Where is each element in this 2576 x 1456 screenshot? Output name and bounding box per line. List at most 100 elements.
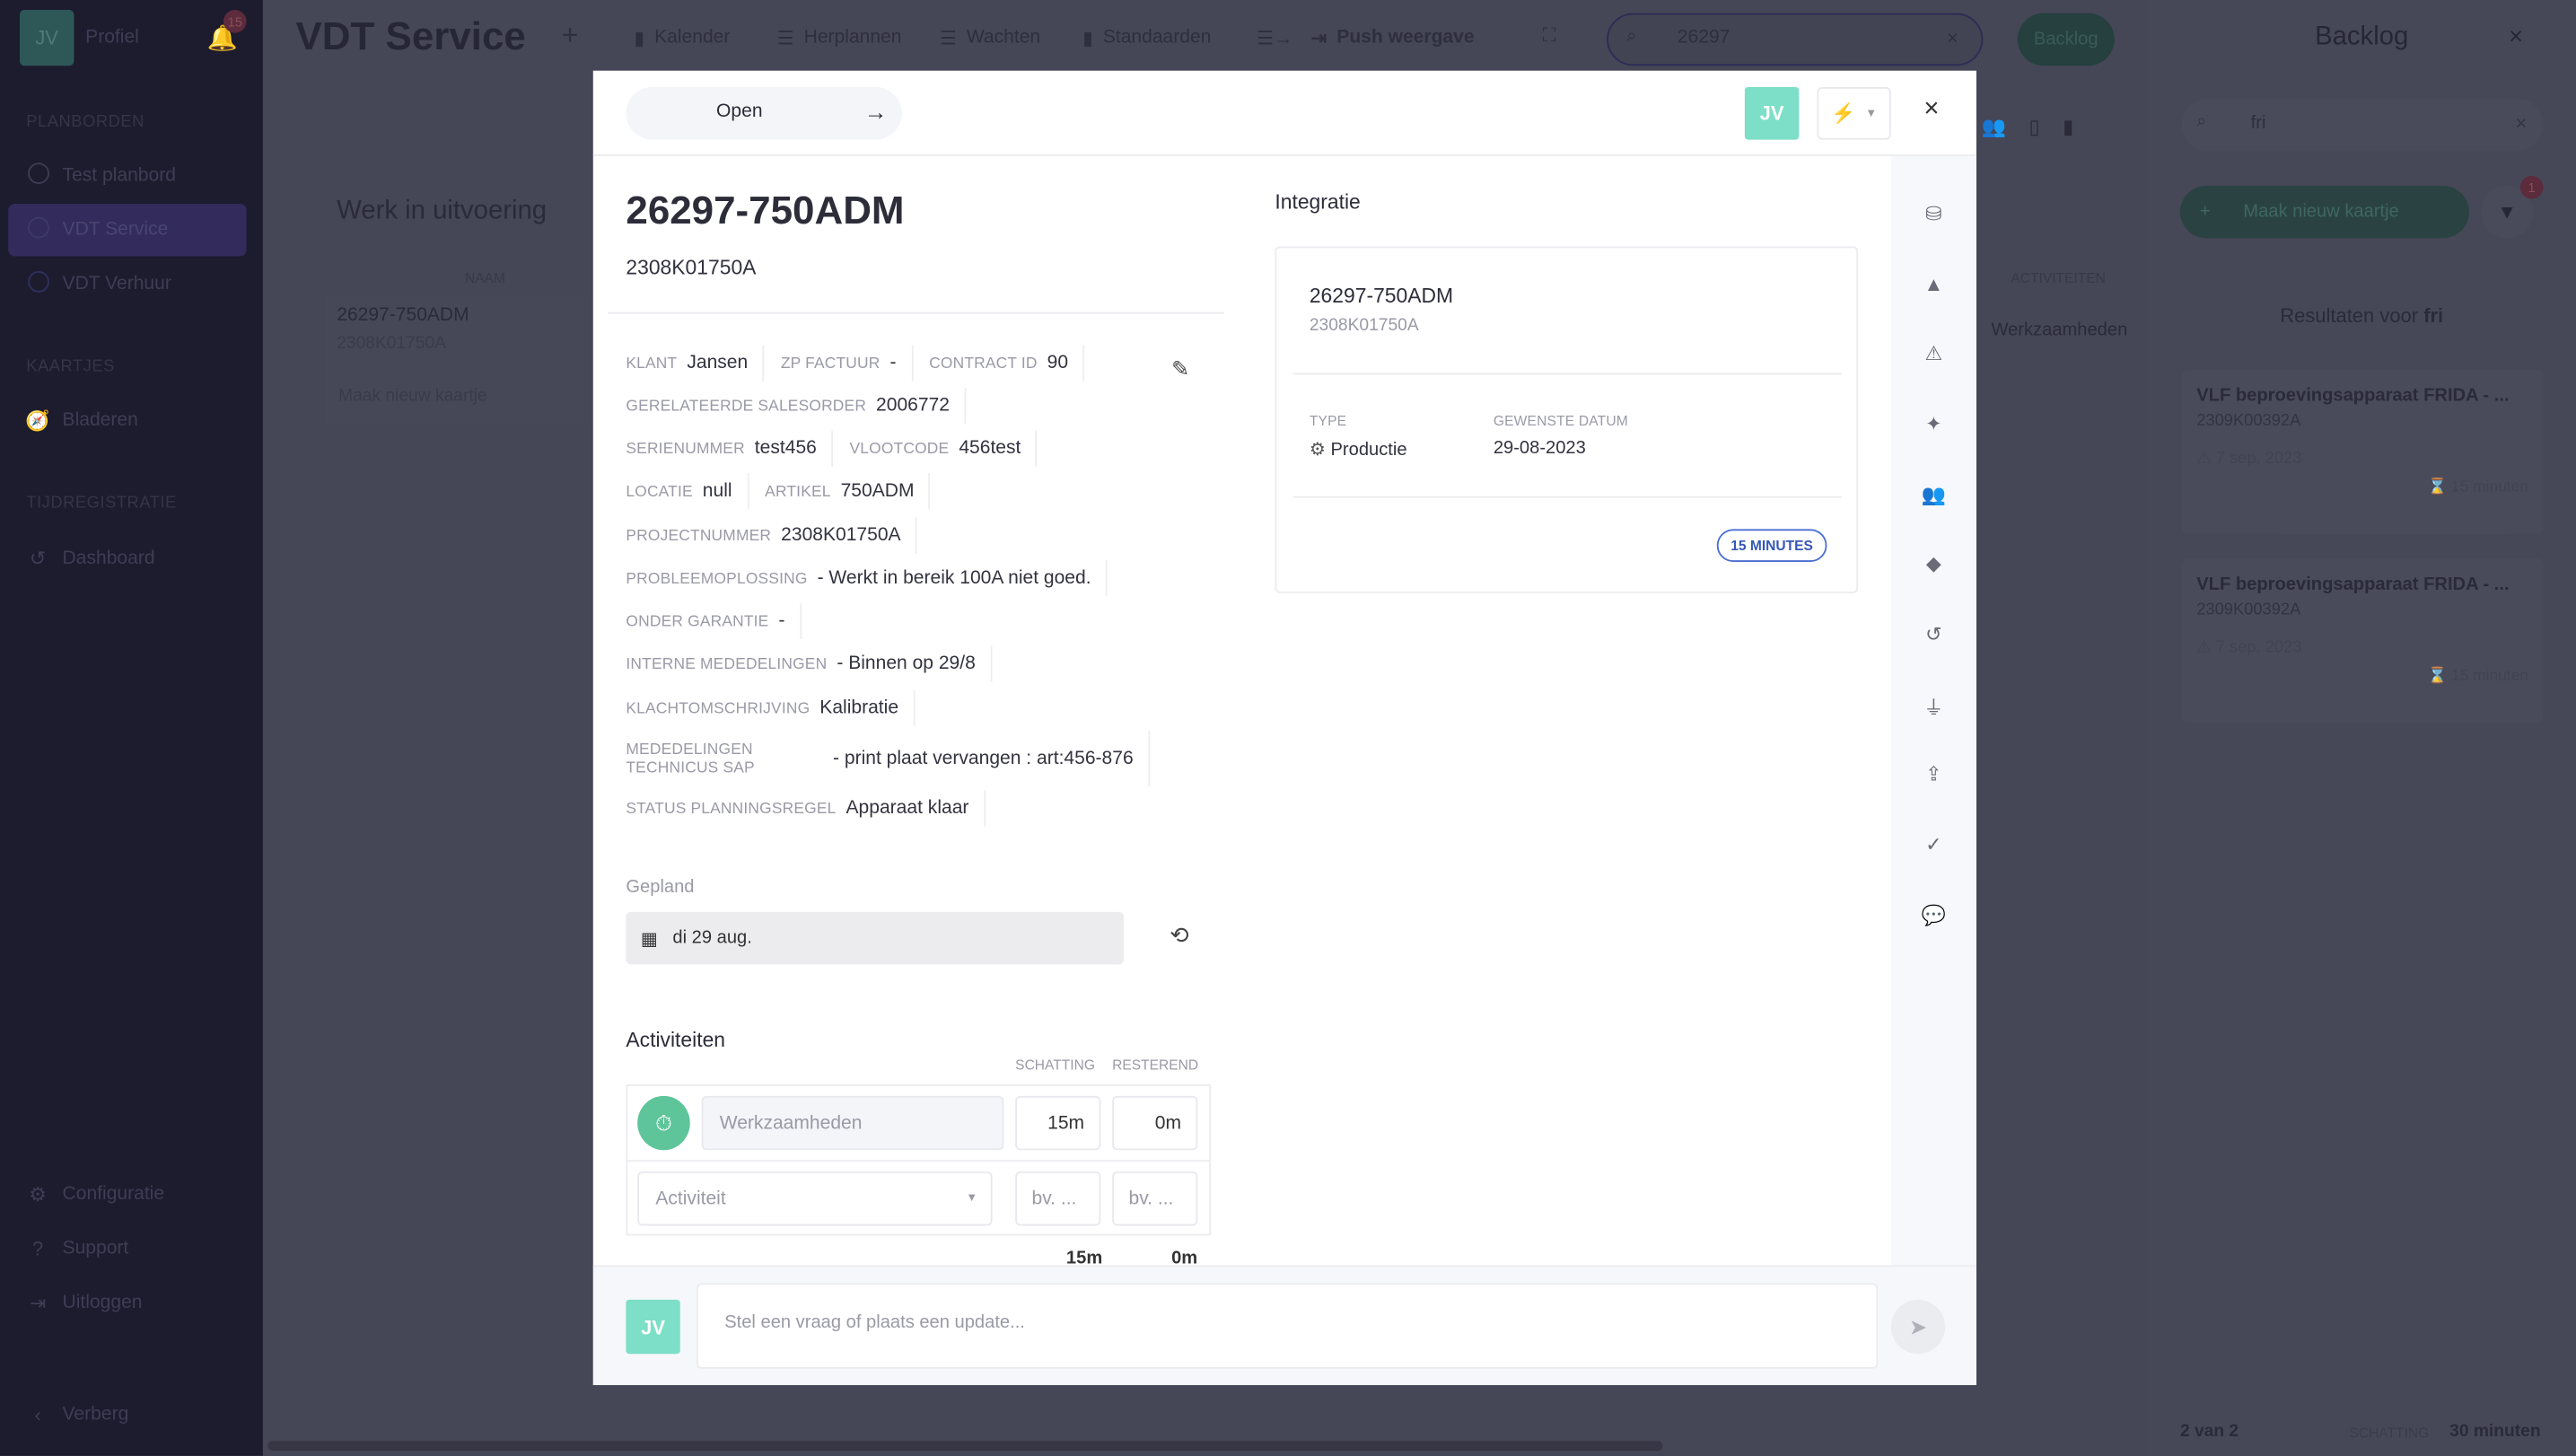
sidebar-hide-button[interactable]: ‹ Verberg: [8, 1389, 246, 1442]
gears-icon: ⚙: [1309, 440, 1331, 460]
modal-header: Open → JV ⚡ ▼ ×: [592, 71, 1976, 156]
integration-icon[interactable]: ⛁: [1891, 202, 1976, 225]
nav-label: Herplannen: [803, 28, 902, 48]
edit-pencil-icon[interactable]: ✎: [1171, 356, 1189, 382]
backlog-button[interactable]: Backlog: [2017, 13, 2115, 66]
sidebar-item-dashboard[interactable]: ↺ Dashboard: [8, 532, 246, 585]
col-estimate: SCHATTING: [1015, 1056, 1095, 1074]
send-button[interactable]: ➤: [1890, 1299, 1946, 1355]
backlog-card[interactable]: VLF beproevingsapparaat FRIDA - ... 2309…: [2181, 369, 2544, 534]
sidebar-item-label: VDT Service: [62, 220, 169, 241]
card-subtitle: 2308K01750A: [337, 333, 447, 354]
alarm-icon[interactable]: ⚠: [1891, 342, 1976, 365]
field-label: ARTIKEL: [765, 482, 831, 501]
new-estimate-input[interactable]: bv. ...: [1015, 1171, 1101, 1226]
repeat-icon[interactable]: ⟲: [1170, 922, 1188, 950]
expand-icon[interactable]: ⛶: [1543, 26, 1556, 48]
sidebar-item-configuratie[interactable]: ⚙ Configuratie: [8, 1168, 246, 1221]
sidebar-item-support[interactable]: ? Support: [8, 1223, 246, 1276]
backlog-card[interactable]: VLF beproevingsapparaat FRIDA - ... 2309…: [2181, 558, 2544, 724]
divider: [608, 311, 1224, 314]
avatar: JV: [626, 1299, 680, 1355]
activity-cell: Werkzaamheden: [1991, 320, 2128, 340]
sign-in-icon: ⇥: [1310, 29, 1327, 49]
actions-dropdown[interactable]: ⚡ ▼: [1817, 87, 1891, 140]
plug-icon[interactable]: ⏚: [1891, 693, 1976, 721]
type-value: Productie: [1330, 440, 1407, 460]
sidebar-item-vdt-service[interactable]: VDT Service: [8, 203, 247, 257]
section-tijdregistratie: TIJDREGISTRATIE: [26, 494, 177, 513]
remaining-input[interactable]: 0m: [1112, 1095, 1198, 1151]
status-button[interactable]: Open →: [626, 87, 902, 140]
field-row: STATUS PLANNINGSREGEL Apparaat klaar: [626, 790, 1002, 827]
planned-date-field[interactable]: ▦ di 29 aug.: [626, 911, 1124, 965]
tag-icon[interactable]: ◆: [1891, 552, 1976, 575]
sidebar-item-bladeren[interactable]: 🧭 Bladeren: [8, 394, 246, 447]
sidebar-item-label: VDT Verhuur: [62, 274, 171, 294]
nav-push-weergave[interactable]: ⇥ Push weergave: [1311, 26, 1475, 49]
topbar: VDT Service + ▮ Kalender ☰ Herplannen ☰ Wac…: [263, 0, 2147, 79]
trash-icon[interactable]: ▮: [2063, 115, 2073, 138]
notification-badge: 15: [223, 9, 247, 33]
circle-icon: [24, 271, 50, 297]
integration-card: 26297-750ADM 2308K01750A TYPE ⚙ Producti…: [1275, 246, 1859, 593]
activity-select[interactable]: Activiteit ▼: [637, 1171, 993, 1226]
field-row: GERELATEERDE SALESORDER 2006772: [626, 387, 982, 425]
profile-link[interactable]: Profiel: [85, 28, 139, 48]
shapes-icon[interactable]: ▲: [1891, 273, 1976, 296]
field-value: 2006772: [876, 396, 951, 417]
search-input[interactable]: ⌕ 26297 ×: [1607, 13, 1984, 66]
close-icon[interactable]: ×: [2509, 23, 2523, 51]
sidebar-item-test-planbord[interactable]: Test planbord: [8, 150, 246, 203]
sidebar-item-label: Test planbord: [62, 165, 176, 186]
estimate-input[interactable]: 15m: [1015, 1095, 1101, 1151]
integration-card-title: 26297-750ADM: [1309, 284, 1454, 308]
card-subtitle: 2309K00392A: [2196, 412, 2301, 431]
timer-button[interactable]: ⏱: [637, 1095, 690, 1151]
assignee-avatar[interactable]: JV: [1744, 87, 1800, 140]
add-button[interactable]: +: [562, 20, 578, 53]
nav-standaarden[interactable]: ▮ Standaarden: [1082, 26, 1211, 49]
card-title: VLF beproevingsapparaat FRIDA - ...: [2196, 575, 2510, 595]
nav-wachten[interactable]: ☰ Wachten: [940, 26, 1040, 49]
chat-question-icon[interactable]: 💬: [1891, 904, 1976, 927]
field-label: INTERNE MEDEDELINGEN: [626, 654, 828, 673]
card-detail-modal: Open → JV ⚡ ▼ × 26297-750ADM 2308K01750A …: [592, 70, 1976, 1386]
history-icon[interactable]: ↺: [1891, 623, 1976, 646]
alarm-icon: ⚠: [2196, 639, 2216, 658]
sidebar-item-vdt-verhuur[interactable]: VDT Verhuur: [8, 258, 246, 311]
field-gerelateerde-salesorder: GERELATEERDE SALESORDER 2006772: [626, 387, 967, 425]
field-probleemoplossing: PROBLEEMOPLOSSING - Werkt in bereik 100A …: [626, 560, 1108, 597]
card-title: 26297-750ADM: [626, 189, 905, 233]
upload-icon[interactable]: ⇪: [1891, 762, 1976, 785]
field-value: 90: [1047, 353, 1069, 373]
field-label: MEDEDELINGEN TECHNICUS SAP: [626, 741, 755, 777]
avatar[interactable]: JV: [19, 9, 74, 66]
close-icon[interactable]: ×: [1923, 95, 1939, 125]
clear-icon[interactable]: ×: [2515, 111, 2527, 135]
sidebar-item-uitloggen[interactable]: ⇥ Uitloggen: [8, 1276, 246, 1329]
new-card-link[interactable]: Maak nieuw kaartje: [338, 386, 487, 406]
check-icon[interactable]: ✓: [1891, 833, 1976, 856]
users-icon[interactable]: 👥: [1891, 483, 1976, 506]
filter-icon: ▼: [2497, 200, 2518, 224]
users-icon[interactable]: 👥: [1981, 115, 2005, 138]
horizontal-scrollbar[interactable]: [267, 1441, 1663, 1452]
nav-herplannen[interactable]: ☰ Herplannen: [777, 26, 902, 49]
select-placeholder: Activiteit: [655, 1188, 726, 1209]
estimate-total: 30 minuten: [2449, 1421, 2541, 1442]
card-subtitle: 2308K01750A: [626, 256, 757, 280]
list-arrow-icon[interactable]: ☰→: [1257, 26, 1292, 49]
new-remaining-input[interactable]: bv. ...: [1112, 1171, 1198, 1226]
plus-icon: +: [2199, 202, 2211, 223]
comment-input[interactable]: Stel een vraag of plaats een update...: [697, 1283, 1879, 1369]
board-card[interactable]: 26297-750ADM 2308K01750A Maak nieuw kaar…: [325, 295, 589, 425]
clear-icon[interactable]: ×: [1947, 26, 1958, 49]
new-card-button[interactable]: + Maak nieuw kaartje: [2179, 185, 2470, 239]
activity-name-input[interactable]: Werkzaamheden: [701, 1095, 1004, 1151]
battery-icon[interactable]: ▯: [2028, 115, 2039, 138]
nav-kalender[interactable]: ▮ Kalender: [635, 26, 731, 49]
magic-wand-icon[interactable]: ✦: [1891, 412, 1976, 435]
backlog-search-input[interactable]: ⌕ fri ×: [2181, 98, 2544, 152]
field-label: CONTRACT ID: [929, 354, 1038, 373]
